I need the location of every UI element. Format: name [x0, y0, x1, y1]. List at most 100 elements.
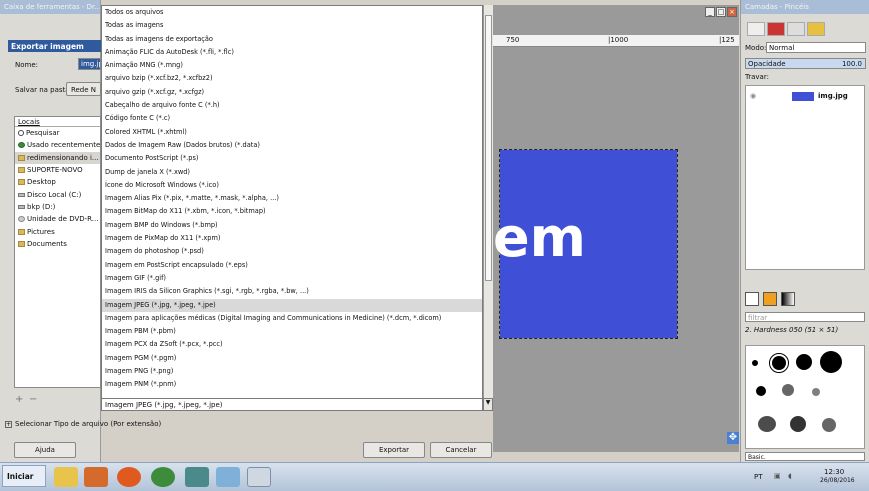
file-type-option[interactable]: Ícone do Microsoft Windows (*.ico) [102, 179, 482, 192]
fg-color-swatch[interactable] [745, 292, 759, 306]
dropdown-scrollbar[interactable] [483, 5, 493, 400]
place-item[interactable]: Documents [15, 238, 100, 250]
file-type-option[interactable]: Imagem do photoshop (*.psd) [102, 245, 482, 258]
place-item[interactable]: Disco Local (C:) [15, 188, 100, 200]
file-type-option[interactable]: Imagem PNM (*.pnm) [102, 378, 482, 391]
place-item[interactable]: Usado recentemente [15, 139, 100, 151]
paint-icon[interactable] [216, 467, 240, 487]
file-type-option[interactable]: Cabeçalho de arquivo fonte C (*.h) [102, 99, 482, 112]
start-button[interactable]: Iniciar [2, 465, 46, 487]
place-item[interactable]: Pictures [15, 225, 100, 237]
network-icon[interactable]: ▣ [774, 472, 781, 480]
file-type-option[interactable]: Imagem de PixMap do X11 (*.xpm) [102, 232, 482, 245]
save-in-folder-button[interactable]: Rede N [66, 82, 101, 96]
file-type-option[interactable]: Imagem PGM (*.pgm) [102, 352, 482, 365]
folder-icon [18, 167, 25, 174]
file-type-option[interactable]: Imagem JPEG (*.jpg, *.jpeg, *.jpe) [102, 298, 482, 312]
name-input[interactable]: img.jpg [78, 58, 101, 70]
clock-date: 26/08/2016 [820, 477, 855, 484]
add-place-button[interactable]: + [15, 394, 23, 405]
name-label: Nome: [15, 61, 39, 69]
file-type-option[interactable]: Todos os arquivos [102, 6, 482, 19]
place-label: Unidade de DVD-R... [27, 215, 99, 224]
place-item[interactable]: Desktop [15, 176, 100, 188]
language-indicator[interactable]: PT [754, 473, 763, 481]
file-type-option[interactable]: Imagem PNG (*.png) [102, 365, 482, 378]
layers-tab-icon[interactable] [747, 22, 765, 36]
file-type-option[interactable]: arquivo gzip (*.xcf.gz, *.xcfgz) [102, 86, 482, 99]
file-type-option[interactable]: Dados de Imagem Raw (Dados brutos) (*.da… [102, 139, 482, 152]
channels-tab-icon[interactable] [767, 22, 785, 36]
file-type-option[interactable]: Todas as imagens de exportação [102, 33, 482, 46]
places-header: Locais [15, 117, 100, 127]
place-item[interactable]: redimensionando i... [15, 151, 100, 164]
file-type-option[interactable]: Animação FLIC da AutoDesk (*.fli, *.flc) [102, 46, 482, 59]
brush-grid[interactable] [745, 345, 865, 449]
mode-select[interactable]: Normal [766, 42, 866, 53]
navigate-icon[interactable]: ✥ [727, 432, 739, 444]
layers-list: ◉ img.jpg [745, 85, 865, 270]
gradient-swatch[interactable] [781, 292, 795, 306]
file-type-option[interactable]: Imagem PCX da ZSoft (*.pcx, *.pcc) [102, 338, 482, 351]
select-type-label: Selecionar Tipo de arquivo (Por extensão… [15, 420, 162, 428]
remove-place-button[interactable]: − [29, 394, 37, 405]
pattern-swatch[interactable] [763, 292, 777, 306]
brush-preset-select[interactable]: Basic. [745, 452, 865, 461]
file-type-option[interactable]: Imagem em PostScript encapsulado (*.eps) [102, 259, 482, 272]
file-type-option[interactable]: Todas as imagens [102, 19, 482, 32]
eye-icon[interactable]: ◉ [750, 92, 756, 100]
file-type-option[interactable]: Colored XHTML (*.xhtml) [102, 126, 482, 139]
firefox-icon[interactable] [117, 467, 141, 487]
app-icon[interactable] [185, 467, 209, 487]
opacity-slider[interactable]: Opacidade 100.0 [745, 58, 866, 69]
system-tray: PT ▣ ◖ 12:30 26/08/2016 [752, 465, 869, 489]
file-type-option[interactable]: Imagem Alias Pix (*.pix, *.matte, *.mask… [102, 192, 482, 205]
file-type-dropdown-list: Todos os arquivos Todas as imagens Todas a… [101, 5, 483, 400]
places-list: Locais Pesquisar Usado recentemente redime… [14, 116, 101, 388]
ruler-mark: |1000 [608, 36, 629, 44]
volume-icon[interactable]: ◖ [788, 472, 792, 480]
maximize-icon[interactable]: □ [716, 7, 726, 17]
file-type-option[interactable]: Documento PostScript (*.ps) [102, 152, 482, 165]
file-type-select[interactable]: Imagem JPEG (*.jpg, *.jpeg, *.jpe) [101, 398, 483, 411]
place-item[interactable]: Pesquisar [15, 127, 100, 139]
cancel-button[interactable]: Cancelar [430, 442, 492, 458]
layers-panel-title: Camadas - Pincéis [741, 0, 869, 14]
office-icon[interactable] [84, 467, 108, 487]
place-item[interactable]: bkp (D:) [15, 201, 100, 213]
gimp-icon[interactable] [247, 467, 271, 487]
dropdown-scroll-thumb[interactable] [485, 15, 492, 281]
layer-row[interactable]: ◉ img.jpg [746, 90, 864, 104]
place-label: Disco Local (C:) [27, 190, 82, 199]
file-type-option[interactable]: Código fonte C (*.c) [102, 112, 482, 125]
select-type-expander[interactable]: + Selecionar Tipo de arquivo (Por extens… [5, 420, 161, 428]
mode-label: Modo: [745, 44, 767, 52]
file-type-option[interactable]: arquivo bzip (*.xcf.bz2, *.xcfbz2) [102, 72, 482, 85]
help-button[interactable]: Ajuda [14, 442, 76, 458]
export-dialog-title: Exportar imagem [8, 40, 101, 52]
place-item[interactable]: SUPORTE-NOVO [15, 164, 100, 176]
file-type-option[interactable]: Imagem BMP do Windows (*.bmp) [102, 219, 482, 232]
close-icon[interactable]: × [727, 7, 737, 17]
file-type-option[interactable]: Dump de janela X (*.xwd) [102, 166, 482, 179]
brush-filter-input[interactable]: filtrar [745, 312, 865, 322]
place-item[interactable]: Unidade de DVD-R... [15, 213, 100, 225]
file-type-option[interactable]: Imagem PBM (*.pbm) [102, 325, 482, 338]
export-button[interactable]: Exportar [363, 442, 425, 458]
file-type-option[interactable]: Imagem IRIS da Silicon Graphics (*.sgi, … [102, 285, 482, 298]
save-in-label: Salvar na pasta: [15, 86, 72, 94]
chevron-down-icon[interactable]: ▼ [483, 398, 493, 411]
chrome-icon[interactable] [151, 467, 175, 487]
window-controls: _ □ × [705, 7, 739, 17]
file-type-option[interactable]: Imagem para aplicações médicas (Digital … [102, 312, 482, 325]
folder-icon[interactable] [54, 467, 78, 487]
minimize-icon[interactable]: _ [705, 7, 715, 17]
place-label: SUPORTE-NOVO [27, 166, 83, 175]
paths-tab-icon[interactable] [787, 22, 805, 36]
file-type-option[interactable]: Animação MNG (*.mng) [102, 59, 482, 72]
clock-time: 12:30 [824, 468, 845, 476]
undo-tab-icon[interactable] [807, 22, 825, 36]
file-type-option[interactable]: Imagem BitMap do X11 (*.xbm, *.icon, *.b… [102, 205, 482, 218]
folder-icon [18, 154, 25, 161]
file-type-option[interactable]: Imagem GIF (*.gif) [102, 272, 482, 285]
